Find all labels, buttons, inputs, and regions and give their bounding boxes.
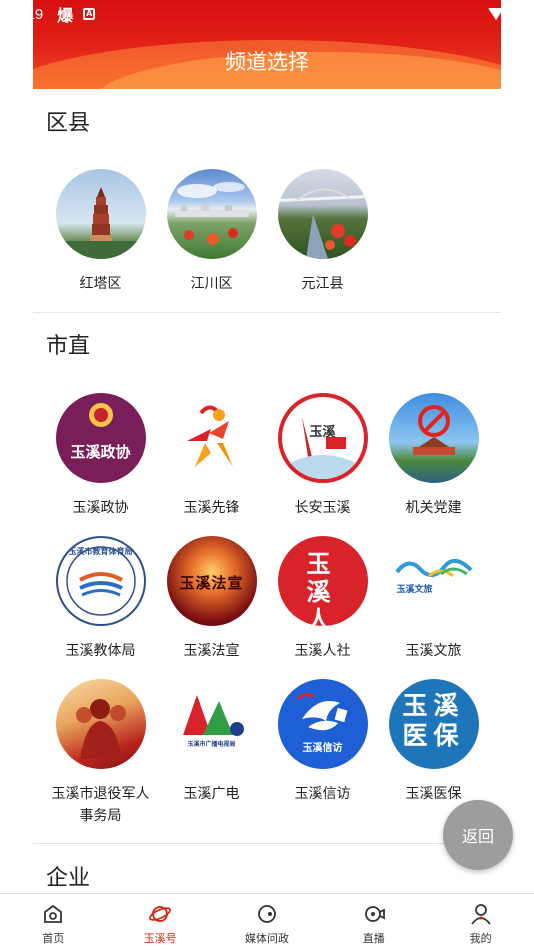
- section-divider: [33, 312, 501, 313]
- channel-label: 玉溪文旅: [405, 643, 462, 659]
- channel-label: 江川区: [190, 276, 233, 292]
- broadcast-logo-icon: 玉溪市广播电视局: [166, 679, 257, 769]
- channel-label: 机关党建: [405, 500, 462, 516]
- channel-item[interactable]: 玉溪法宣 玉溪法宣: [156, 536, 267, 662]
- channel-label: 玉溪市退役军人事务局: [51, 786, 150, 824]
- channel-select-screen: 频道选择 3:19 爆 A 区县 红塔区 江川区 元江县 市直 玉溪政协 玉溪政…: [0, 0, 534, 950]
- status-time: 3:19: [14, 5, 44, 23]
- section-title-city: 市直: [46, 334, 91, 359]
- pagoda-photo-icon: [55, 169, 146, 259]
- channel-label: 长安玉溪: [294, 500, 351, 516]
- channel-item[interactable]: 玉溪市教育体育局 玉溪教体局: [45, 536, 156, 662]
- education-seal-icon: 玉溪市教育体育局: [55, 536, 146, 626]
- tab-mine[interactable]: 我的: [427, 894, 534, 950]
- tab-label: 直播: [362, 932, 385, 945]
- petition-logo-icon: 玉溪信访: [277, 679, 368, 769]
- wifi-icon: [488, 8, 504, 20]
- notification-icon: 爆: [57, 6, 74, 25]
- party-emblem-icon: [388, 393, 479, 483]
- channel-item[interactable]: 红塔区: [45, 169, 156, 295]
- channel-item[interactable]: 玉溪先锋: [156, 393, 267, 519]
- section-title-district: 区县: [46, 111, 91, 136]
- changan-logo-icon: 玉溪: [277, 393, 368, 483]
- channel-item[interactable]: 玉溪政协 玉溪政协: [45, 393, 156, 519]
- culture-tourism-logo-icon: 玉溪文旅: [388, 536, 479, 626]
- channel-item[interactable]: 机关党建: [378, 393, 489, 519]
- tab-home[interactable]: 首页: [0, 894, 107, 950]
- channel-item[interactable]: 玉溪文旅 玉溪文旅: [378, 536, 489, 662]
- town-landscape-photo-icon: [166, 169, 257, 259]
- channel-label: 玉溪教体局: [65, 643, 136, 659]
- channel-label: 玉溪法宣: [183, 643, 240, 659]
- battery-icon: [512, 4, 520, 21]
- home-icon: [44, 904, 63, 923]
- channel-label: 红塔区: [79, 276, 122, 292]
- chat-icon: [258, 905, 276, 923]
- channel-label: 玉溪广电: [183, 786, 240, 802]
- user-icon: [470, 904, 491, 925]
- back-button[interactable]: 返回: [443, 800, 513, 870]
- tab-media[interactable]: 媒体问政: [214, 894, 321, 950]
- section-title-enterprise: 企业: [46, 866, 91, 891]
- channel-item[interactable]: 玉溪 长安玉溪: [267, 393, 378, 519]
- channel-label: 玉溪先锋: [183, 500, 240, 516]
- channel-label: 玉溪政协: [72, 500, 129, 516]
- tab-label: 首页: [42, 932, 65, 945]
- channel-item[interactable]: 元江县: [267, 169, 378, 295]
- section-divider: [33, 843, 501, 844]
- medical-insurance-logo-icon: 玉溪医保: [388, 679, 479, 769]
- page-title: 频道选择: [225, 50, 309, 74]
- planet-icon: [149, 906, 172, 922]
- channel-label: 玉溪信访: [294, 786, 351, 802]
- channel-item[interactable]: 玉溪市广播电视局 玉溪广电: [156, 679, 267, 805]
- channel-item[interactable]: 玉溪信访 玉溪信访: [267, 679, 378, 805]
- status-bar: 3:19 爆 A: [0, 0, 534, 28]
- bridge-photo-icon: [277, 169, 368, 259]
- veterans-logo-icon: [55, 679, 146, 769]
- channel-item[interactable]: 江川区: [156, 169, 267, 295]
- tab-live[interactable]: 直播: [320, 894, 427, 950]
- channel-item[interactable]: 玉溪医保 玉溪医保: [378, 679, 489, 805]
- tab-label: 玉溪号: [143, 932, 177, 945]
- channel-item[interactable]: 玉溪市退役军人事务局: [45, 679, 156, 827]
- channel-label: 玉溪人社: [294, 643, 351, 659]
- tab-label: 媒体问政: [244, 932, 289, 945]
- channel-item[interactable]: 玉溪人社 玉溪人社: [267, 536, 378, 662]
- tab-label: 我的: [469, 932, 492, 945]
- hr-logo-icon: 玉溪人社: [277, 536, 368, 626]
- tab-yuxi-hao[interactable]: 玉溪号: [107, 894, 214, 950]
- pioneer-logo-icon: [166, 393, 257, 483]
- camera-icon: [364, 906, 385, 922]
- bottom-tab-bar: 首页 玉溪号 媒体问政 直播 我的: [0, 893, 534, 950]
- app-notification-icon: A: [83, 8, 96, 20]
- cppcc-emblem-icon: 玉溪政协: [55, 393, 146, 483]
- law-logo-icon: 玉溪法宣: [166, 536, 257, 626]
- channel-label: 元江县: [301, 276, 344, 292]
